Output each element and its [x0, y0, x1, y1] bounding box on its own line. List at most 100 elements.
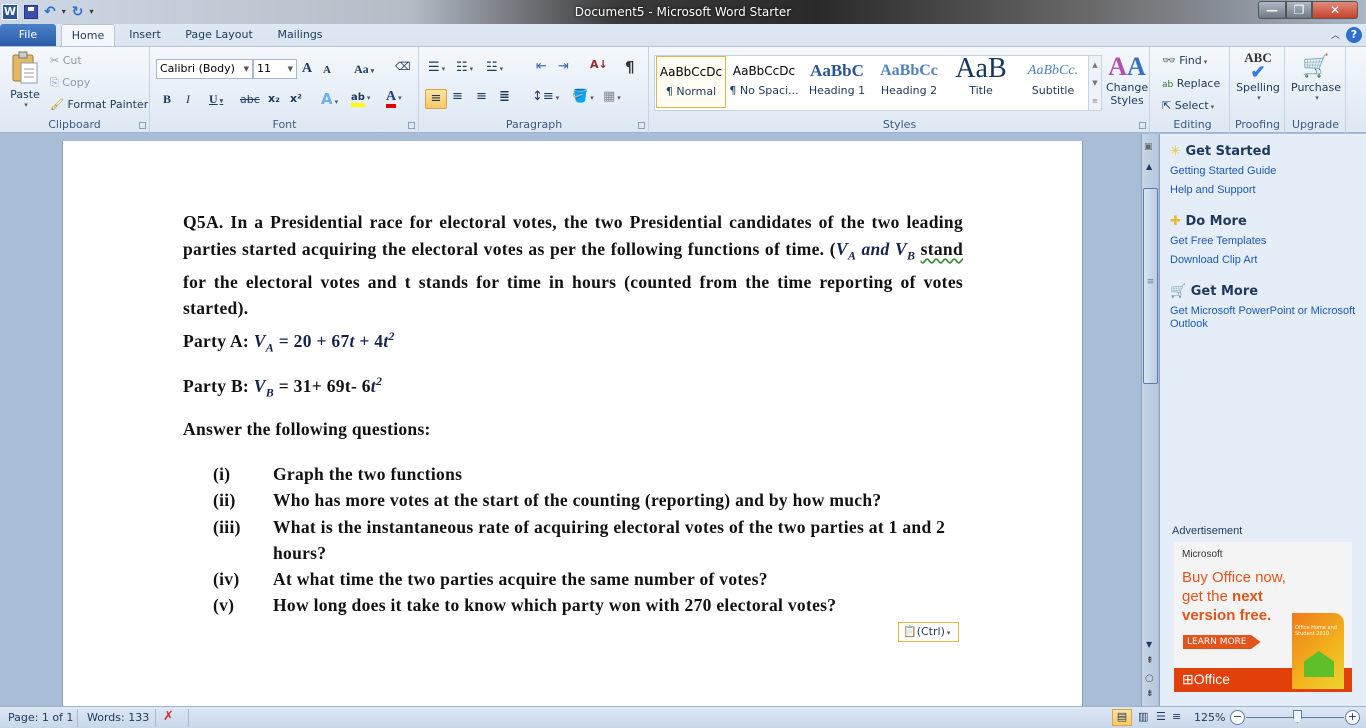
- align-right-button[interactable]: ≡: [476, 89, 487, 104]
- office-advertisement[interactable]: Microsoft Buy Office now, get the next v…: [1174, 542, 1352, 692]
- bold-button[interactable]: B: [163, 92, 171, 107]
- maximize-button[interactable]: ❐: [1286, 1, 1312, 19]
- styles-launcher-icon[interactable]: [1139, 122, 1146, 129]
- spelling-button[interactable]: ABC ✔ Spelling ▾: [1233, 51, 1283, 103]
- sort-button[interactable]: A↓: [590, 58, 608, 71]
- draft-view-button[interactable]: ≡: [1172, 710, 1181, 723]
- word-count[interactable]: Words: 133: [87, 711, 149, 724]
- zoom-out-button[interactable]: −: [1230, 710, 1245, 725]
- style-heading-1[interactable]: AaBbC Heading 1: [802, 56, 872, 108]
- get-free-templates-link[interactable]: Get Free Templates: [1170, 235, 1266, 247]
- cut-button[interactable]: ✂ Cut: [50, 54, 82, 67]
- select-button[interactable]: ⇱ Select ▾: [1162, 99, 1214, 112]
- strikethrough-button[interactable]: abc: [240, 93, 260, 106]
- underline-button[interactable]: U ▾: [209, 92, 223, 107]
- brush-icon: 🖌: [50, 98, 64, 111]
- scroll-down-icon[interactable]: ▼: [1089, 74, 1101, 92]
- scroll-down-icon[interactable]: ▼: [1146, 640, 1152, 649]
- increase-indent-button[interactable]: ⇥: [558, 59, 569, 74]
- change-case-button[interactable]: Aa ▾: [354, 62, 374, 77]
- ruler-toggle-icon[interactable]: ▣: [1144, 142, 1153, 152]
- grow-font-button[interactable]: A: [302, 61, 312, 77]
- scroll-up-icon[interactable]: ▲: [1089, 56, 1101, 74]
- tab-insert[interactable]: Insert: [122, 24, 168, 46]
- get-powerpoint-outlook-link[interactable]: Get Microsoft PowerPoint or Microsoft Ou…: [1170, 305, 1360, 331]
- previous-page-icon[interactable]: ⇞: [1146, 656, 1154, 666]
- vertical-scrollbar[interactable]: ▣ ▲ ≡ ▼ ⇞ ○ ⇟: [1141, 134, 1158, 706]
- paste-dropdown-icon[interactable]: ▾: [8, 101, 44, 109]
- tab-page-layout[interactable]: Page Layout: [180, 24, 258, 46]
- text-effects-button[interactable]: A ▾: [321, 90, 338, 108]
- next-page-icon[interactable]: ⇟: [1146, 689, 1154, 699]
- style-title[interactable]: AaB Title: [946, 56, 1016, 108]
- font-launcher-icon[interactable]: [408, 122, 415, 129]
- align-left-button[interactable]: ≡: [425, 89, 447, 109]
- paste-button[interactable]: Paste ▾: [6, 51, 44, 109]
- close-button[interactable]: ✕: [1312, 1, 1358, 19]
- minimize-button[interactable]: —: [1258, 1, 1286, 19]
- styles-group: AaBbCcDc ¶ Normal AaBbCcDc ¶ No Spaci... A…: [650, 47, 1150, 133]
- style-subtitle[interactable]: AaBbCc. Subtitle: [1018, 56, 1088, 108]
- font-group-label: Font: [272, 118, 297, 131]
- style-heading-2[interactable]: AaBbCc Heading 2: [874, 56, 944, 108]
- shrink-font-button[interactable]: A: [323, 64, 331, 76]
- italic-button[interactable]: I: [186, 92, 190, 107]
- clipboard-launcher-icon[interactable]: [139, 122, 146, 129]
- download-clip-art-link[interactable]: Download Clip Art: [1170, 254, 1257, 266]
- tab-file[interactable]: File: [0, 24, 56, 46]
- decrease-indent-button[interactable]: ⇤: [536, 59, 547, 74]
- more-styles-icon[interactable]: ≡: [1089, 92, 1101, 110]
- replace-button[interactable]: ab Replace: [1162, 77, 1220, 90]
- line-spacing-button[interactable]: ↕≡ ▾: [532, 89, 559, 104]
- proofing-errors-icon[interactable]: ✗: [163, 709, 174, 724]
- tab-home[interactable]: Home: [61, 24, 115, 46]
- change-styles-button[interactable]: AA Change Styles: [1106, 53, 1148, 108]
- font-name-combo[interactable]: Calibri (Body) ▼: [156, 59, 253, 79]
- document-page[interactable]: Q5A. In a Presidential race for electora…: [62, 141, 1083, 711]
- scroll-up-icon[interactable]: ▲: [1146, 162, 1152, 171]
- justify-button[interactable]: ≣: [499, 89, 510, 104]
- print-layout-view-button[interactable]: ▤: [1112, 709, 1132, 726]
- format-painter-button[interactable]: 🖌 Format Painter: [50, 98, 148, 111]
- highlight-button[interactable]: ab ▾: [351, 90, 370, 107]
- clear-formatting-button[interactable]: ⌫: [395, 60, 411, 73]
- bullets-button[interactable]: ☰ ▾: [428, 60, 445, 75]
- font-color-button[interactable]: A ▾: [386, 89, 402, 108]
- outline-view-button[interactable]: ☰: [1156, 710, 1166, 723]
- getting-started-guide-link[interactable]: Getting Started Guide: [1170, 165, 1276, 177]
- zoom-slider-handle[interactable]: [1293, 710, 1302, 723]
- chevron-down-icon: ▼: [243, 65, 249, 73]
- copy-button[interactable]: ⎘ Copy: [50, 76, 90, 90]
- help-and-support-link[interactable]: Help and Support: [1170, 184, 1256, 196]
- page-count[interactable]: Page: 1 of 1: [8, 711, 73, 724]
- zoom-level[interactable]: 125%: [1194, 711, 1225, 724]
- proofing-group: ABC ✔ Spelling ▾ Proofing: [1231, 47, 1285, 133]
- web-layout-view-button[interactable]: ▥: [1138, 710, 1148, 723]
- numbering-button[interactable]: ☷ ▾: [456, 60, 473, 75]
- paragraph-launcher-icon[interactable]: [638, 122, 645, 129]
- tab-mailings[interactable]: Mailings: [270, 24, 330, 46]
- styles-scroll[interactable]: ▲ ▼ ≡: [1088, 55, 1102, 111]
- style-no-spacing[interactable]: AaBbCcDc ¶ No Spaci...: [729, 56, 799, 108]
- numbering-icon: ☷: [456, 60, 468, 75]
- browse-object-icon[interactable]: ○: [1145, 673, 1154, 684]
- purchase-button[interactable]: 🛒 Purchase ▾: [1288, 53, 1344, 102]
- zoom-in-button[interactable]: +: [1345, 710, 1360, 725]
- sparkle-icon: ✳: [1170, 144, 1181, 159]
- grammar-flagged-word[interactable]: stand: [921, 239, 963, 259]
- borders-button[interactable]: ▦ ▾: [603, 89, 621, 104]
- align-center-button[interactable]: ≡: [452, 89, 463, 104]
- help-icon[interactable]: ?: [1346, 27, 1362, 43]
- style-normal[interactable]: AaBbCcDc ¶ Normal: [656, 56, 726, 108]
- scrollbar-thumb[interactable]: ≡: [1143, 188, 1158, 384]
- font-size-combo[interactable]: 11 ▼: [253, 59, 297, 79]
- multilevel-list-button[interactable]: ☳ ▾: [486, 60, 503, 75]
- shading-button[interactable]: 🪣 ▾: [572, 89, 594, 104]
- paste-options-button[interactable]: 📋(Ctrl) ▾: [898, 622, 959, 642]
- find-button[interactable]: 👓 Find ▾: [1162, 54, 1207, 67]
- minimize-ribbon-icon[interactable]: ︿: [1331, 28, 1340, 41]
- superscript-button[interactable]: x²: [290, 92, 302, 105]
- show-formatting-marks-button[interactable]: ¶: [625, 58, 635, 76]
- subscript-button[interactable]: x₂: [268, 92, 280, 105]
- learn-more-button[interactable]: LEARN MORE: [1183, 635, 1261, 649]
